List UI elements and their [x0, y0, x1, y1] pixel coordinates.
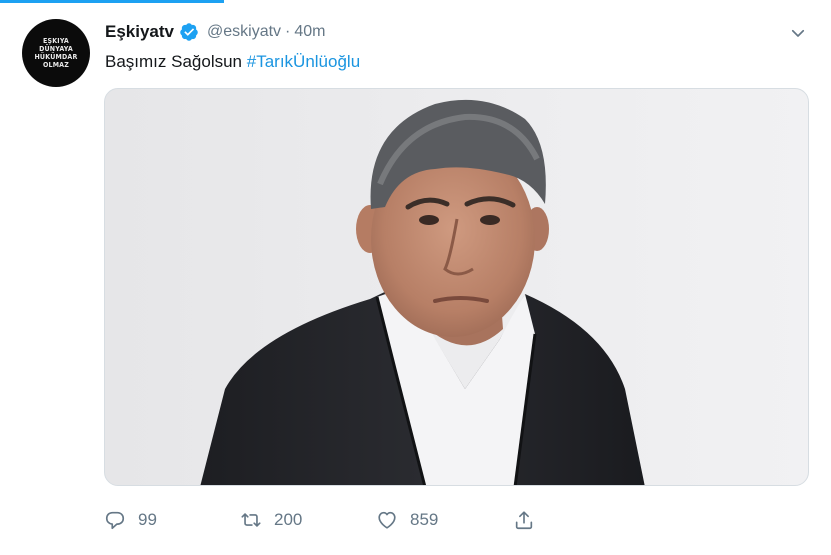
avatar-logo-line: EŞKIYA [42, 37, 70, 45]
reply-icon [105, 511, 125, 530]
retweet-button[interactable]: 200 [240, 505, 302, 535]
retweet-icon [241, 513, 261, 527]
share-icon [515, 511, 533, 530]
reply-button[interactable]: 99 [104, 505, 157, 535]
tweet[interactable]: EŞKIYA DÜNYAYA HÜKÜMDAR OLMAZ Eşkiyatv @… [0, 0, 831, 555]
share-button[interactable] [513, 505, 535, 535]
avatar-logo-line: DÜNYAYA [39, 45, 73, 53]
tweet-text-body: Başımız Sağolsun [105, 52, 243, 71]
tweet-photo[interactable] [104, 88, 809, 486]
separator-dot: · [285, 23, 291, 40]
avatar[interactable]: EŞKIYA DÜNYAYA HÜKÜMDAR OLMAZ [22, 19, 90, 87]
user-handle[interactable]: @eskiyatv [207, 23, 281, 41]
hashtag-link[interactable]: #TarıkÜnlüoğlu [247, 52, 360, 71]
reply-count: 99 [138, 510, 157, 529]
avatar-logo-line: HÜKÜMDAR [34, 53, 78, 61]
like-button[interactable]: 859 [376, 505, 438, 535]
retweet-count: 200 [274, 510, 303, 529]
verified-badge-icon [180, 23, 198, 41]
tweet-actions: 99 200 859 [104, 505, 554, 535]
avatar-logo-line: OLMAZ [42, 61, 70, 69]
timestamp[interactable]: 40m [294, 23, 325, 41]
tweet-header: Eşkiyatv @eskiyatv · 40m [105, 20, 326, 44]
like-count: 859 [410, 510, 439, 529]
chevron-down-icon[interactable] [789, 24, 807, 42]
display-name[interactable]: Eşkiyatv [105, 22, 174, 42]
tweet-text: Başımız Sağolsun #TarıkÜnlüoğlu [105, 50, 360, 74]
portrait-photo [200, 99, 645, 485]
heart-icon [378, 511, 396, 529]
